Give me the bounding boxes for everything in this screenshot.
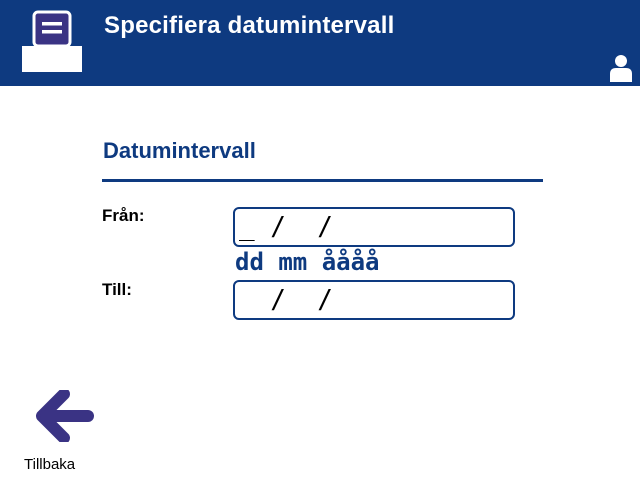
date-format-hint: dd mm åååå	[235, 248, 380, 276]
to-label: Till:	[102, 280, 132, 299]
user-icon[interactable]	[608, 54, 634, 82]
back-button[interactable]: Tillbaka	[18, 388, 94, 476]
from-date-value: _ / /	[239, 212, 333, 242]
page-title: Specifiera datumintervall	[104, 12, 395, 39]
header-bar: Specifiera datumintervall	[0, 0, 640, 86]
to-date-value: / /	[239, 285, 333, 315]
section-title: Datumintervall	[103, 138, 256, 163]
from-label: Från:	[102, 206, 145, 225]
to-date-input[interactable]: / /	[233, 280, 515, 320]
arrow-left-icon	[36, 390, 94, 442]
from-date-input[interactable]: _ / /	[233, 207, 515, 247]
back-label: Tillbaka	[24, 456, 76, 473]
section-divider	[102, 179, 543, 182]
printer-icon	[22, 10, 82, 72]
